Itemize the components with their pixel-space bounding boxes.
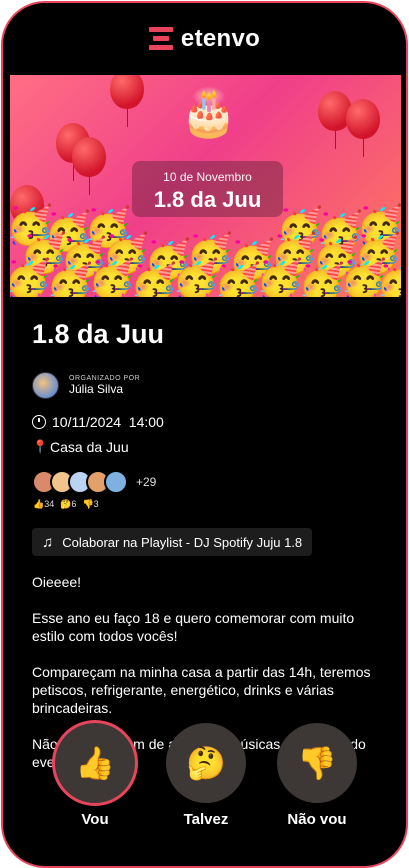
organizer[interactable]: ORGANIZADO POR Júlia Silva	[32, 372, 140, 399]
rsvp-no-button[interactable]: 👎 Não vou	[277, 723, 357, 828]
clock-icon	[32, 415, 46, 429]
music-note-icon: ♫	[42, 533, 54, 551]
app-header: etenvo	[3, 3, 406, 75]
datetime-text: 10/11/2024 14:00	[52, 414, 164, 430]
count-maybe: 🤔6	[60, 499, 77, 509]
organizer-name: Júlia Silva	[69, 382, 124, 396]
attendees-more-count: +29	[136, 475, 157, 489]
rsvp-no-label: Não vou	[287, 811, 347, 828]
count-no: 👎3	[82, 499, 99, 509]
thinking-face-icon: 🤔	[166, 723, 246, 803]
banner-date: 10 de Novembro	[163, 170, 252, 184]
rsvp-actions: 👍 Vou 🤔 Talvez 👎 Não vou	[3, 723, 406, 863]
attendee-avatars[interactable]: +29	[32, 470, 156, 494]
rsvp-maybe-label: Talvez	[183, 811, 229, 828]
thumbs-up-icon: 👍	[55, 723, 135, 803]
avatar	[104, 470, 128, 494]
count-yes: 👍34	[33, 499, 55, 509]
thumbs-down-icon: 👎	[277, 723, 357, 803]
event-location[interactable]: 📍 Casa da Juu	[32, 439, 129, 455]
playlist-button[interactable]: ♫ Colaborar na Playlist - DJ Spotify Juj…	[32, 528, 313, 556]
playlist-label: Colaborar na Playlist - DJ Spotify Juju …	[62, 534, 303, 550]
event-datetime: 10/11/2024 14:00	[32, 414, 164, 430]
banner-title: 1.8 da Juu	[153, 187, 262, 212]
rsvp-counts: 👍34 🤔6 👎3	[33, 499, 99, 510]
phone-frame: etenvo 🎂 10 de Novembro 1.8 da Juu 🥳 🥳 🥳…	[1, 1, 408, 868]
banner-date-card: 10 de Novembro 1.8 da Juu	[132, 161, 283, 217]
organizer-avatar	[32, 372, 59, 399]
location-text: Casa da Juu	[50, 439, 129, 455]
organizer-label: ORGANIZADO POR	[69, 375, 141, 382]
event-banner: 🎂 10 de Novembro 1.8 da Juu 🥳 🥳 🥳 🥳 🥳 🥳 …	[10, 75, 401, 297]
rsvp-yes-button[interactable]: 👍 Vou	[55, 723, 135, 828]
location-pin-icon: 📍	[32, 439, 49, 454]
etenvo-logo-icon	[148, 27, 173, 51]
rsvp-maybe-button[interactable]: 🤔 Talvez	[166, 723, 246, 828]
rsvp-yes-label: Vou	[81, 811, 109, 828]
birthday-cake-icon: 🎂	[180, 86, 238, 138]
brand-name: etenvo	[180, 25, 261, 52]
event-title: 1.8 da Juu	[32, 319, 165, 349]
